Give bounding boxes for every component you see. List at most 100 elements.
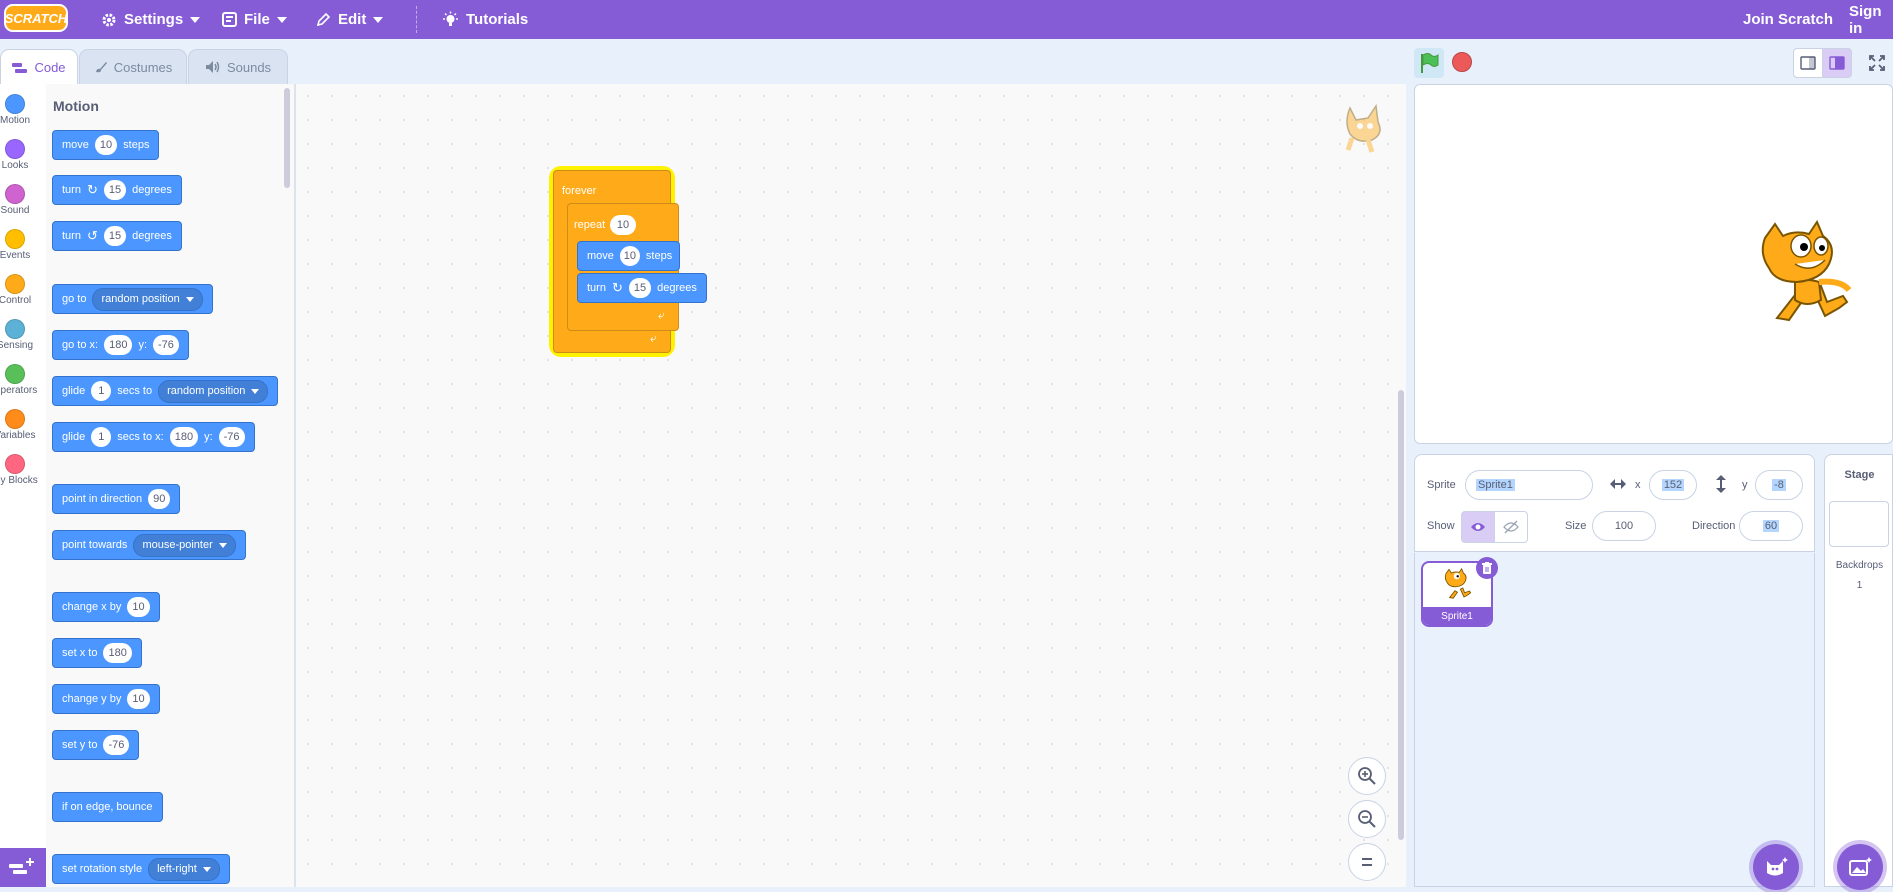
sprite-name-input[interactable]: Sprite1 [1465,470,1593,500]
pencil-icon [316,12,331,27]
settings-menu[interactable]: Settings [101,0,201,39]
operators-dot [5,364,25,384]
backdrop-thumbnail[interactable] [1829,501,1889,547]
scratch-logo[interactable]: SCRATCH [4,4,68,32]
category-my-blocks[interactable]: My Blocks [0,448,46,493]
number-input[interactable]: 1 [91,427,112,447]
number-input[interactable]: 1 [91,381,112,401]
block-change-x[interactable]: change x by 10 [52,592,160,622]
motion-dot [5,94,25,114]
workspace-scrollbar[interactable] [1398,390,1404,840]
small-stage-button[interactable] [1793,48,1823,78]
number-input[interactable]: 180 [169,427,199,447]
fullscreen-button[interactable] [1862,48,1892,78]
add-extension-button[interactable] [0,848,46,887]
x-position-input[interactable]: 152 [1649,470,1697,500]
number-input[interactable]: -76 [103,735,130,755]
block-set-x[interactable]: set x to 180 [52,638,142,668]
dropdown[interactable]: random position [158,379,269,403]
y-position-input[interactable]: -8 [1755,470,1803,500]
stage-selector[interactable]: Stage Backdrops 1 [1824,454,1893,887]
block-text: y: [204,431,213,443]
stop-button[interactable] [1452,52,1472,72]
dropdown[interactable]: left-right [148,857,220,881]
zoom-out-button[interactable] [1348,800,1386,838]
number-input[interactable]: 180 [103,643,132,663]
block-glide-to[interactable]: glide 1 secs to random position [52,376,279,406]
cat-sprite[interactable] [1755,220,1855,332]
category-motion[interactable]: Motion [0,88,46,133]
number-input[interactable]: 10 [610,215,636,235]
block-point-direction[interactable]: point in direction 90 [52,484,181,514]
block-set-y[interactable]: set y to -76 [52,730,140,760]
number-input[interactable]: 10 [127,597,150,617]
tab-code[interactable]: Code [0,49,78,85]
category-operators[interactable]: Operators [0,358,46,403]
number-input[interactable]: -76 [153,335,179,355]
category-control[interactable]: Control [0,268,46,313]
tutorials-button[interactable]: Tutorials [442,0,528,39]
rotate-left-icon: ↺ [86,228,98,243]
show-sprite-button[interactable] [1461,511,1495,543]
choose-backdrop-button[interactable] [1837,844,1883,890]
category-sound[interactable]: Sound [0,178,46,223]
category-label: Looks [1,160,29,171]
zoom-in-button[interactable] [1348,757,1386,795]
control-dot [5,274,25,294]
delete-sprite-button[interactable] [1476,557,1498,579]
eye-off-icon [1503,520,1519,534]
block-text: turn [62,230,81,242]
block-change-y[interactable]: change y by 10 [52,684,160,714]
category-sensing[interactable]: Sensing [0,313,46,358]
block-point-towards[interactable]: point towards mouse-pointer [52,530,246,560]
green-flag-button[interactable] [1414,48,1444,78]
block-bounce[interactable]: if on edge, bounce [52,792,163,822]
file-menu[interactable]: File [222,0,287,39]
stage-canvas[interactable] [1414,84,1893,444]
block-rotation-style[interactable]: set rotation style left-right [52,854,230,884]
direction-input[interactable]: 60 [1739,511,1803,541]
dropdown[interactable]: mouse-pointer [133,533,236,557]
category-events[interactable]: Events [0,223,46,268]
tab-sounds[interactable]: Sounds [188,49,288,84]
number-input[interactable]: -76 [218,427,245,447]
backdrops-label: Backdrops [1835,560,1884,571]
sign-in-link[interactable]: Sign in [1849,0,1893,39]
choose-sprite-button[interactable] [1753,844,1799,890]
category-variables[interactable]: Variables [0,403,46,448]
category-looks[interactable]: Looks [0,133,46,178]
number-input[interactable]: 10 [619,246,640,266]
block-go-to-xy[interactable]: go to x: 180 y: -76 [52,330,189,360]
number-input[interactable]: 90 [148,489,171,509]
number-input[interactable]: 10 [94,135,118,155]
block-turn-right[interactable]: turn ↻ 15 degrees [52,175,182,205]
block-go-to[interactable]: go to random position [52,284,213,314]
number-input[interactable]: 15 [628,278,652,298]
number-input[interactable]: 15 [103,180,127,200]
block-text: glide [62,385,86,397]
palette-scrollbar[interactable] [284,88,290,188]
zoom-out-icon [1358,810,1376,828]
block-move-steps[interactable]: move 10 steps [52,130,160,160]
number-input[interactable]: 10 [127,689,150,709]
block-text: set x to [62,647,98,659]
block-text: glide [62,431,86,443]
block-text: degrees [132,184,172,196]
choose-backdrop-icon [1849,857,1872,876]
zoom-reset-button[interactable] [1348,843,1386,881]
edit-menu[interactable]: Edit [316,0,384,39]
block-turn-left[interactable]: turn ↺ 15 degrees [52,221,182,251]
join-scratch-link[interactable]: Join Scratch [1743,0,1833,39]
tab-costumes[interactable]: Costumes [79,49,187,84]
dropdown[interactable]: random position [92,287,203,311]
large-stage-button[interactable] [1822,48,1852,78]
block-turn-script[interactable]: turn ↻ 15 degrees [577,273,707,303]
hide-sprite-button[interactable] [1494,511,1528,543]
number-input[interactable]: 180 [104,335,133,355]
block-move-steps-script[interactable]: move 10 steps [577,241,680,271]
block-glide-xy[interactable]: glide 1 secs to x: 180 y: -76 [52,422,255,452]
script-workspace[interactable] [295,84,1406,887]
size-input[interactable]: 100 [1592,511,1656,541]
category-label: My Blocks [0,475,38,486]
number-input[interactable]: 15 [103,226,127,246]
